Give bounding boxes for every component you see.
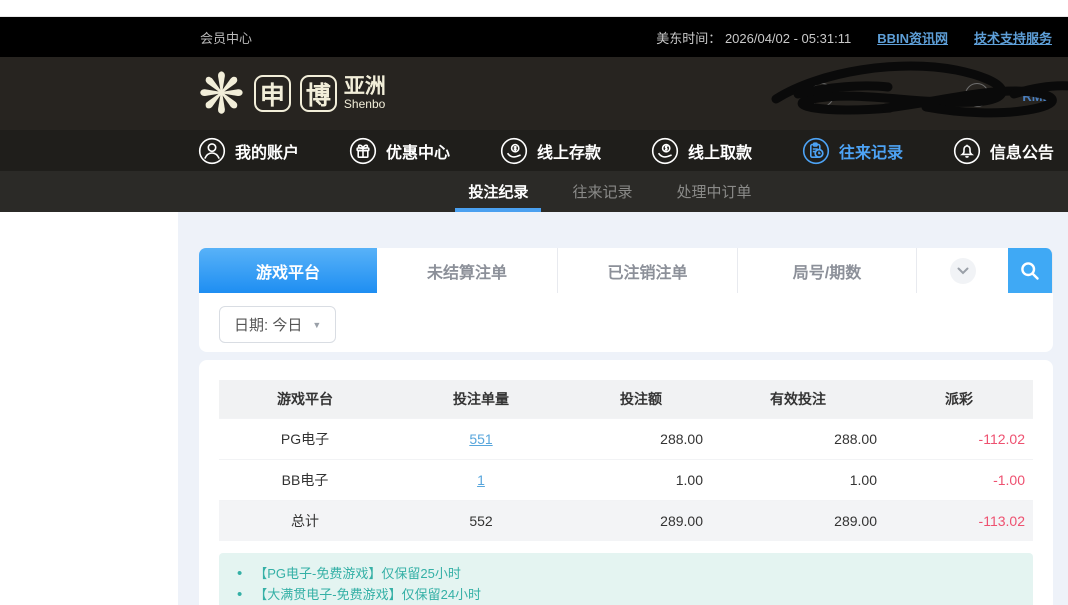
sub-nav: 投注纪录 往来记录 处理中订单 [0, 171, 1068, 212]
bbin-news-link[interactable]: BBIN资讯网 [877, 28, 948, 47]
main-nav: 我的账户 优惠中心 线上存款 线上取款 [0, 130, 1068, 171]
note-text: 【PG电子-免费游戏】仅保留25小时 [254, 563, 461, 584]
server-time: 美东时间： 2026/04/02 - 05:31:11 [656, 28, 851, 47]
total-label: 总计 [219, 500, 391, 541]
account-icon[interactable] [810, 83, 834, 107]
subnav-item-pending-orders[interactable]: 处理中订单 [677, 171, 752, 212]
nav-item-announcements[interactable]: 信息公告 [953, 137, 1054, 165]
brand-logo[interactable]: ❋ 申 博 亚洲 Shenbo [198, 65, 386, 123]
user-icon [198, 137, 226, 165]
nav-item-promotions[interactable]: 优惠中心 [349, 137, 450, 165]
brand-char-bo: 博 [300, 75, 337, 112]
chevron-down-icon [950, 258, 976, 284]
brand-latin: Shenbo [344, 98, 386, 111]
member-center-label: 会员中心 [200, 28, 252, 47]
results-card: 游戏平台 投注单量 投注额 有效投注 派彩 PG电子 551 288.00 28… [199, 360, 1053, 605]
brand-char-shen: 申 [254, 75, 291, 112]
payout-cell: -1.00 [885, 459, 1033, 500]
bell-icon [953, 137, 981, 165]
note-text: 【大满贯电子-免费游戏】仅保留24小时 [254, 584, 481, 605]
note-line: • 【大满贯电子-免费游戏】仅保留24小时 [237, 584, 1015, 605]
filter-area: 日期: 今日 ▼ [199, 293, 1053, 352]
valid-bet-cell: 1.00 [711, 459, 885, 500]
brand-region: 亚洲 [344, 76, 386, 98]
refresh-balance-icon[interactable] [965, 83, 989, 107]
caret-down-icon: ▼ [312, 320, 321, 330]
nav-item-transaction-records[interactable]: 往来记录 [802, 137, 903, 165]
bet-count-link[interactable]: 1 [477, 472, 485, 488]
filter-card: 游戏平台 未结算注单 已注销注单 局号/期数 [199, 248, 1053, 352]
page-top-gap [0, 0, 1068, 17]
header: ❋ 申 博 亚洲 Shenbo RMB [0, 57, 1068, 130]
collapse-toggle[interactable] [917, 248, 1008, 293]
total-count: 552 [391, 500, 571, 541]
col-bet-count: 投注单量 [391, 380, 571, 418]
total-bet: 289.00 [571, 500, 711, 541]
time-label: 美东时间： [656, 31, 721, 46]
tab-cancelled-bets[interactable]: 已注销注单 [558, 248, 738, 293]
bet-summary-table: 游戏平台 投注单量 投注额 有效投注 派彩 PG电子 551 288.00 28… [219, 380, 1033, 541]
nav-label: 优惠中心 [386, 139, 450, 163]
search-icon [1019, 260, 1041, 282]
records-panel: 游戏平台 未结算注单 已注销注单 局号/期数 [178, 212, 1068, 605]
deposit-icon [500, 137, 528, 165]
nav-label: 线上存款 [537, 139, 601, 163]
bullet-icon: • [237, 563, 242, 584]
tab-game-platform[interactable]: 游戏平台 [199, 248, 377, 293]
tab-round-number[interactable]: 局号/期数 [738, 248, 917, 293]
tech-support-link[interactable]: 技术支持服务 [974, 28, 1052, 47]
subnav-item-transaction-records[interactable]: 往来记录 [572, 171, 632, 212]
nav-label: 往来记录 [839, 139, 903, 163]
currency-label: RMB [1022, 89, 1052, 104]
tab-unsettled-bets[interactable]: 未结算注单 [377, 248, 558, 293]
gift-icon [349, 137, 377, 165]
nav-item-withdraw[interactable]: 线上取款 [651, 137, 752, 165]
utility-bar: 会员中心 美东时间： 2026/04/02 - 05:31:11 BBIN资讯网… [0, 17, 1068, 57]
retention-notes: • 【PG电子-免费游戏】仅保留25小时 • 【大满贯电子-免费游戏】仅保留24… [219, 553, 1033, 605]
search-button[interactable] [1008, 248, 1053, 293]
record-tabs: 游戏平台 未结算注单 已注销注单 局号/期数 [199, 248, 1053, 293]
nav-item-deposit[interactable]: 线上存款 [500, 137, 601, 165]
valid-bet-cell: 288.00 [711, 418, 885, 459]
table-total-row: 总计 552 289.00 289.00 -113.02 [219, 500, 1033, 541]
col-valid-bet: 有效投注 [711, 380, 885, 418]
total-payout: -113.02 [885, 500, 1033, 541]
nav-item-my-account[interactable]: 我的账户 [198, 137, 299, 165]
bullet-icon: • [237, 584, 242, 605]
account-area: RMB [768, 57, 1068, 130]
records-icon [802, 137, 830, 165]
table-row: BB电子 1 1.00 1.00 -1.00 [219, 459, 1033, 500]
table-row: PG电子 551 288.00 288.00 -112.02 [219, 418, 1033, 459]
bet-amount-cell: 1.00 [571, 459, 711, 500]
platform-cell: PG电子 [219, 418, 391, 459]
flower-logo-icon: ❋ [198, 65, 245, 123]
subnav-item-bet-records[interactable]: 投注纪录 [468, 171, 528, 212]
bet-amount-cell: 288.00 [571, 418, 711, 459]
date-filter-label: 日期: 今日 [234, 314, 302, 335]
withdraw-icon [651, 137, 679, 165]
page-content: 游戏平台 未结算注单 已注销注单 局号/期数 [0, 212, 1068, 605]
table-header-row: 游戏平台 投注单量 投注额 有效投注 派彩 [219, 380, 1033, 418]
col-game-platform: 游戏平台 [219, 380, 391, 418]
nav-label: 信息公告 [990, 139, 1054, 163]
platform-cell: BB电子 [219, 459, 391, 500]
nav-label: 我的账户 [235, 139, 299, 163]
date-filter-dropdown[interactable]: 日期: 今日 ▼ [219, 306, 336, 343]
payout-cell: -112.02 [885, 418, 1033, 459]
col-payout: 派彩 [885, 380, 1033, 418]
bet-count-link[interactable]: 551 [469, 431, 492, 447]
note-line: • 【PG电子-免费游戏】仅保留25小时 [237, 563, 1015, 584]
col-bet-amount: 投注额 [571, 380, 711, 418]
nav-label: 线上取款 [688, 139, 752, 163]
time-value: 2026/04/02 - 05:31:11 [725, 31, 851, 46]
total-valid: 289.00 [711, 500, 885, 541]
